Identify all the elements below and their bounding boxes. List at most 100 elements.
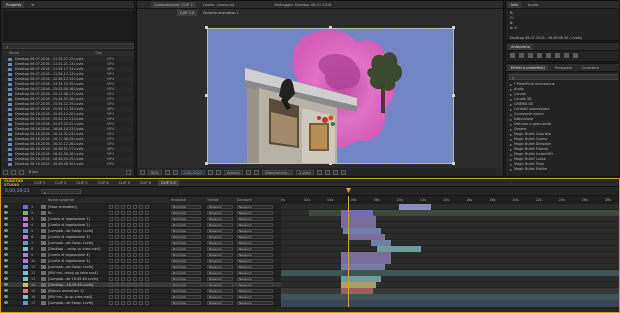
tab-audio[interactable]: Audio [525, 2, 541, 8]
layer-label-color[interactable] [23, 271, 28, 275]
disclosure-triangle-icon[interactable] [510, 88, 512, 91]
motion-blur-switch[interactable] [133, 217, 137, 221]
blend-mode-select[interactable]: Normale [171, 301, 201, 305]
fx-switch[interactable] [127, 235, 131, 239]
adjustment-switch[interactable] [139, 265, 143, 269]
mask-visibility-icon[interactable] [172, 169, 178, 175]
blend-mode-select[interactable]: Normale [171, 283, 201, 287]
transform-handle-bottom-left[interactable] [205, 162, 208, 165]
effects-search-input[interactable]: ρ [509, 74, 618, 80]
transform-handle-right[interactable] [452, 94, 455, 97]
track-matte-select[interactable]: Nessuno [207, 223, 233, 227]
motion-blur-switch[interactable] [133, 211, 137, 215]
project-item[interactable]: Desktop 06.16.2016 - 16.49.46.30.Lvvts MP… [3, 162, 134, 167]
layer-label-color[interactable] [23, 241, 28, 245]
tab-info[interactable]: Info [508, 1, 521, 8]
shy-switch[interactable] [109, 295, 113, 299]
parent-select[interactable]: Nessuno [237, 271, 273, 275]
motion-blur-switch[interactable] [133, 277, 137, 281]
motion-blur-switch[interactable] [133, 289, 137, 293]
3d-switch[interactable] [145, 283, 149, 287]
shy-switch[interactable] [109, 217, 113, 221]
current-time-display[interactable]: 0;00;19;21 [180, 169, 206, 175]
tab-composition[interactable]: Composizione: CLIP 2 [151, 1, 196, 8]
parent-select[interactable]: Nessuno [237, 289, 273, 293]
disclosure-triangle-icon[interactable] [510, 83, 512, 86]
motion-blur-switch[interactable] [133, 265, 137, 269]
quality-switch[interactable] [121, 211, 125, 215]
transform-handle-left[interactable] [205, 94, 208, 97]
visibility-eye-icon[interactable] [4, 205, 8, 208]
adjustment-switch[interactable] [139, 295, 143, 299]
3d-switch[interactable] [145, 211, 149, 215]
last-frame-icon[interactable] [546, 53, 551, 58]
fx-switch[interactable] [127, 277, 131, 281]
3d-switch[interactable] [145, 265, 149, 269]
shy-switch[interactable] [109, 229, 113, 233]
track-matte-select[interactable]: Nessuno [207, 295, 233, 299]
visibility-eye-icon[interactable] [4, 253, 8, 256]
quality-switch[interactable] [121, 259, 125, 263]
shy-switch[interactable] [109, 223, 113, 227]
motion-blur-switch[interactable] [133, 247, 137, 251]
adjustment-switch[interactable] [139, 247, 143, 251]
parent-select[interactable]: Nessuno [237, 259, 273, 263]
breadcrumb-animation[interactable]: Ebrante animation 1 [200, 10, 242, 16]
3d-switch[interactable] [145, 241, 149, 245]
tab-clip-6[interactable]: CLIP 6 [137, 180, 154, 186]
timeline-icon[interactable] [324, 169, 330, 175]
view-layout-select[interactable]: 1 vista [296, 169, 314, 175]
blend-mode-select[interactable]: Normale [171, 241, 201, 245]
layer-label-color[interactable] [23, 301, 28, 305]
disclosure-triangle-icon[interactable] [510, 128, 512, 131]
track-matte-select[interactable]: Nessuno [207, 265, 233, 269]
quality-switch[interactable] [121, 241, 125, 245]
blend-mode-select[interactable]: Normale [171, 217, 201, 221]
disclosure-triangle-icon[interactable] [510, 118, 512, 121]
fx-switch[interactable] [127, 217, 131, 221]
collapse-switch[interactable] [115, 205, 119, 209]
blend-mode-select[interactable]: Normale [171, 289, 201, 293]
fx-switch[interactable] [127, 205, 131, 209]
shy-switch[interactable] [109, 253, 113, 257]
visibility-eye-icon[interactable] [4, 247, 8, 250]
active-camera-select[interactable]: Videocamera... [261, 169, 294, 175]
parent-select[interactable]: Nessuno [237, 235, 273, 239]
layer-label-color[interactable] [23, 205, 28, 209]
motion-blur-switch[interactable] [133, 241, 137, 245]
quality-switch[interactable] [121, 253, 125, 257]
disclosure-triangle-icon[interactable] [510, 153, 512, 156]
play-icon[interactable] [528, 53, 533, 58]
adjustment-switch[interactable] [139, 283, 143, 287]
visibility-eye-icon[interactable] [4, 289, 8, 292]
3d-switch[interactable] [145, 277, 149, 281]
shy-switch[interactable] [109, 211, 113, 215]
collapse-switch[interactable] [115, 229, 119, 233]
composition-canvas[interactable] [205, 26, 455, 165]
blend-mode-select[interactable]: Normale [171, 235, 201, 239]
parent-select[interactable]: Nessuno [237, 283, 273, 287]
tab-layer[interactable]: Livello: (nessuno) [200, 2, 238, 8]
tab-clip-1[interactable]: CLIP 1 [31, 180, 48, 186]
tab-clip-2-0[interactable]: CLIP 2.0 [158, 179, 179, 186]
fx-switch[interactable] [127, 247, 131, 251]
loop-icon[interactable] [564, 53, 569, 58]
region-of-interest-icon[interactable] [245, 169, 251, 175]
collapse-switch[interactable] [115, 265, 119, 269]
visibility-eye-icon[interactable] [4, 259, 8, 262]
disclosure-triangle-icon[interactable] [510, 158, 512, 161]
layer-label-color[interactable] [23, 217, 28, 221]
bpc-indicator[interactable]: 8 bpc [29, 170, 38, 174]
project-search-input[interactable]: ρ [3, 43, 134, 49]
shy-switch[interactable] [109, 235, 113, 239]
motion-blur-switch[interactable] [133, 253, 137, 257]
adjustment-switch[interactable] [139, 241, 143, 245]
fx-switch[interactable] [127, 211, 131, 215]
shy-switch[interactable] [109, 271, 113, 275]
adjustment-switch[interactable] [139, 229, 143, 233]
next-frame-icon[interactable] [537, 53, 542, 58]
parent-select[interactable]: Nessuno [237, 229, 273, 233]
fx-switch[interactable] [127, 241, 131, 245]
column-trkmat[interactable]: TrkMat [207, 197, 218, 203]
motion-blur-switch[interactable] [133, 223, 137, 227]
